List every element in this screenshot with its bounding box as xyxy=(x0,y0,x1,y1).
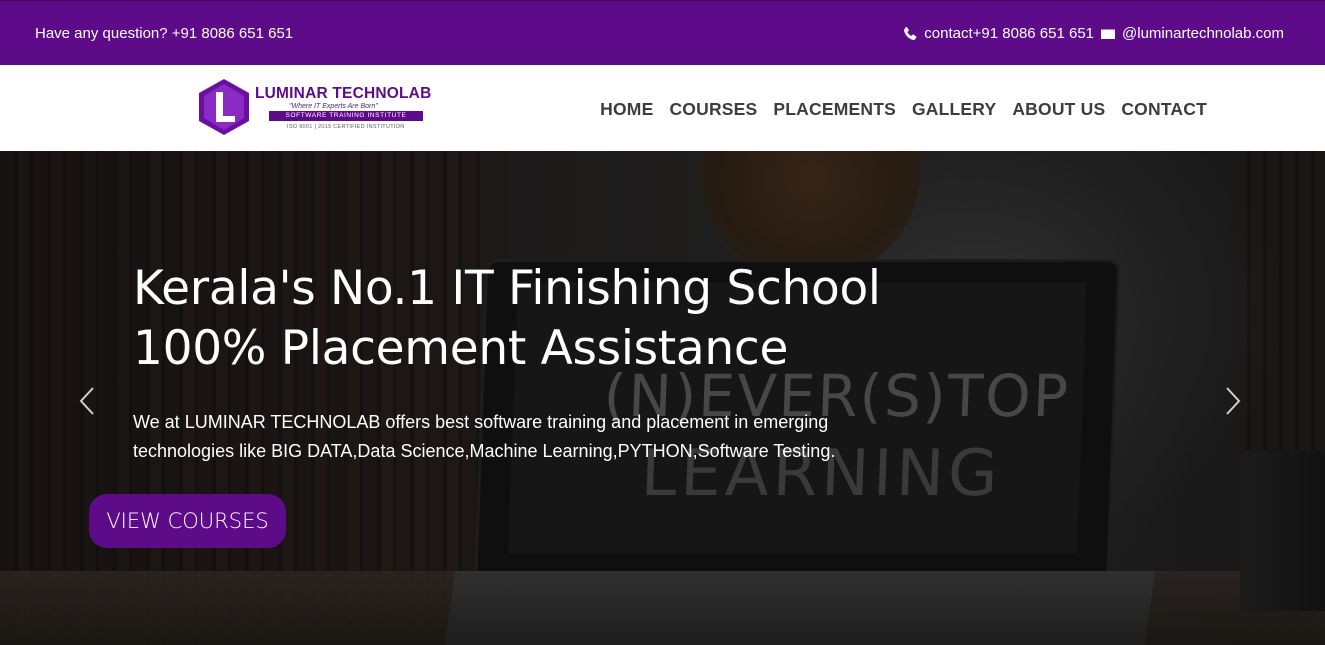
nav-placements[interactable]: PLACEMENTS xyxy=(773,99,896,120)
logo-tagline: "Where IT Experts Are Born" xyxy=(289,103,378,110)
hero-title-line2: 100% Placement Assistance xyxy=(133,321,789,376)
logo-brand-name: LUMINAR TECHNOLAB xyxy=(255,85,432,102)
top-bar-contact: contact+91 8086 651 651 @luminartechnola… xyxy=(902,25,1284,42)
hero-title-line1: Kerala's No.1 IT Finishing School xyxy=(133,261,881,316)
main-nav: HOME COURSES PLACEMENTS GALLERY ABOUT US… xyxy=(600,99,1207,120)
nav-about-us[interactable]: ABOUT US xyxy=(1012,99,1105,120)
chevron-right-icon xyxy=(1226,387,1241,415)
logo-mark-icon xyxy=(199,79,249,135)
hero-dark-overlay xyxy=(0,151,1325,645)
top-bar-question: Have any question? +91 8086 651 651 xyxy=(35,25,294,42)
top-bar: Have any question? +91 8086 651 651 cont… xyxy=(0,0,1325,65)
nav-gallery[interactable]: GALLERY xyxy=(912,99,996,120)
nav-home[interactable]: HOME xyxy=(600,99,653,120)
nav-contact[interactable]: CONTACT xyxy=(1121,99,1207,120)
site-logo[interactable]: LUMINAR TECHNOLAB "Where IT Experts Are … xyxy=(197,77,442,137)
view-courses-button[interactable]: VIEW COURSES xyxy=(89,494,286,548)
chevron-left-icon xyxy=(79,387,94,415)
contact-email-text[interactable]: @luminartechnolab.com xyxy=(1122,25,1284,42)
nav-courses[interactable]: COURSES xyxy=(669,99,757,120)
hero-title: Kerala's No.1 IT Finishing School 100% P… xyxy=(133,259,881,379)
carousel-prev-button[interactable] xyxy=(72,383,102,419)
site-header: LUMINAR TECHNOLAB "Where IT Experts Are … xyxy=(0,65,1325,151)
carousel-next-button[interactable] xyxy=(1218,383,1248,419)
logo-certification: ISO 9001 | 2015 CERTIFIED INSTITUTION xyxy=(287,124,405,130)
hero-carousel: (N)EVER(S)TOP LEARNING Kerala's No.1 IT … xyxy=(0,151,1325,645)
envelope-icon xyxy=(1100,26,1116,42)
contact-phone-text[interactable]: contact+91 8086 651 651 xyxy=(924,25,1094,42)
hero-description: We at LUMINAR TECHNOLAB offers best soft… xyxy=(133,412,836,461)
logo-institute-strip: SOFTWARE TRAINING INSTITUTE xyxy=(269,111,423,121)
phone-icon xyxy=(902,26,918,42)
